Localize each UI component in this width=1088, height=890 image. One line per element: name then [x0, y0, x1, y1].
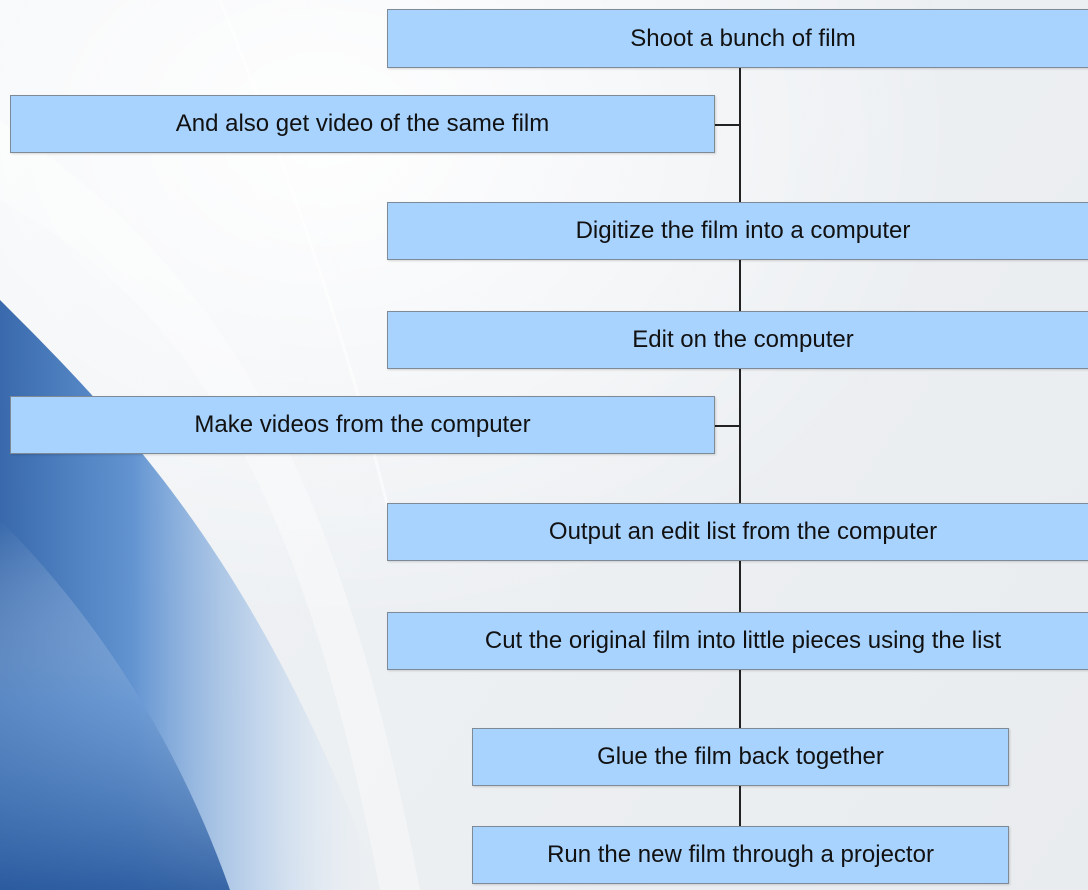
step-output-edit-list: Output an edit list from the computer [387, 503, 1088, 561]
step-shoot-film: Shoot a bunch of film [387, 9, 1088, 68]
branch-connector-video [714, 124, 741, 126]
step-label: Make videos from the computer [194, 411, 531, 438]
step-label: Digitize the film into a computer [575, 217, 911, 244]
step-label: Output an edit list from the computer [548, 518, 938, 545]
step-label: Run the new film through a projector [547, 841, 934, 868]
step-cut-original-film: Cut the original film into little pieces… [387, 612, 1088, 670]
step-make-videos: Make videos from the computer [10, 396, 715, 454]
step-glue-film: Glue the film back together [472, 728, 1009, 786]
step-run-projector: Run the new film through a projector [472, 826, 1009, 884]
step-label: Cut the original film into little pieces… [484, 627, 1002, 654]
branch-connector-make-videos [714, 425, 741, 427]
step-label: And also get video of the same film [175, 110, 550, 137]
step-label: Shoot a bunch of film [630, 24, 856, 52]
step-label: Glue the film back together [597, 743, 884, 770]
step-label: Edit on the computer [632, 326, 854, 353]
step-digitize-film: Digitize the film into a computer [387, 202, 1088, 260]
step-edit-computer: Edit on the computer [387, 311, 1088, 369]
step-get-video: And also get video of the same film [10, 95, 715, 153]
